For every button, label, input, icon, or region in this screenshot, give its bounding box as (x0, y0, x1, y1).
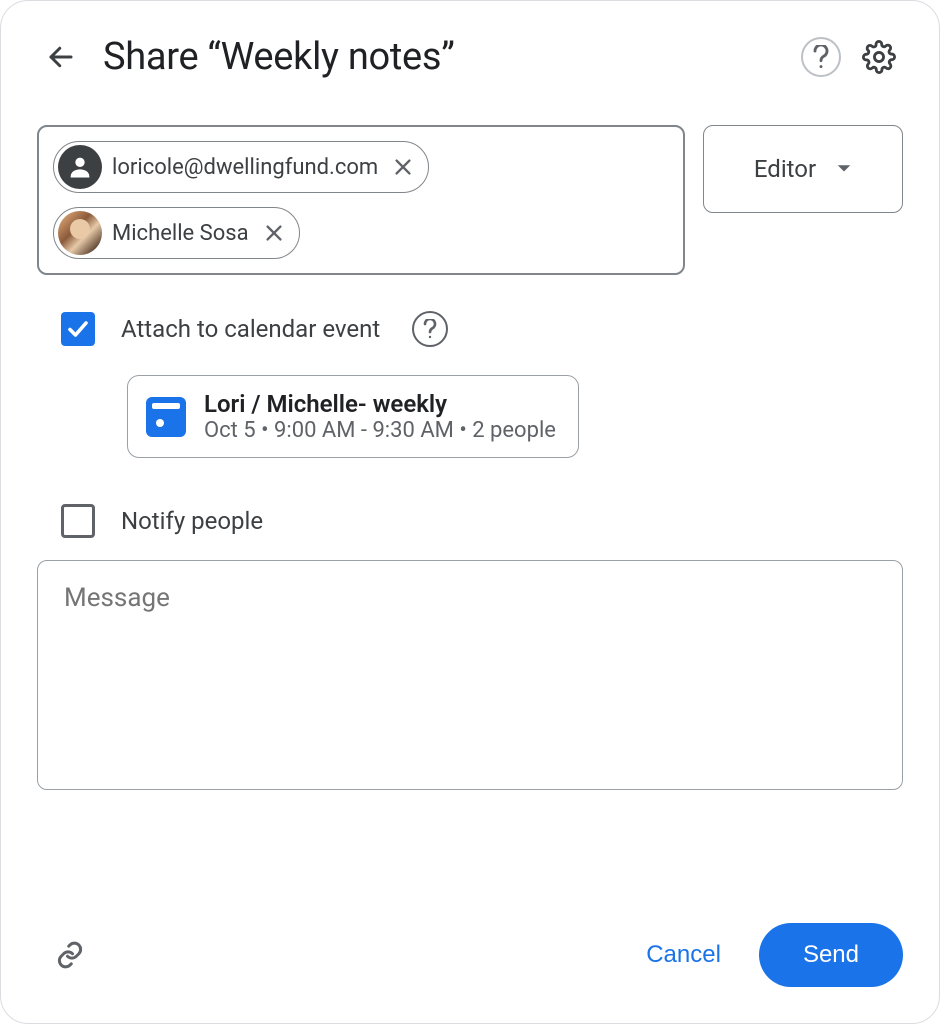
attach-help-button[interactable] (412, 311, 448, 347)
event-title: Lori / Michelle- weekly (204, 390, 556, 418)
checkmark-icon (66, 317, 90, 341)
dialog-footer: Cancel Send (37, 895, 903, 987)
person-chip: Michelle Sosa (53, 207, 300, 259)
person-chip: loricole@dwellingfund.com (53, 141, 429, 193)
people-input[interactable]: loricole@dwellingfund.com Michelle Sosa (37, 125, 685, 275)
chip-remove-button[interactable] (392, 156, 414, 178)
attach-checkbox[interactable] (61, 312, 95, 346)
back-button[interactable] (37, 33, 85, 81)
dialog-title: Share “Weekly notes” (103, 35, 783, 79)
notify-label: Notify people (121, 507, 263, 535)
help-icon (423, 319, 437, 339)
caret-down-icon (836, 164, 852, 174)
message-input[interactable] (37, 560, 903, 790)
calendar-event-card[interactable]: Lori / Michelle- weekly Oct 5 • 9:00 AM … (127, 375, 579, 458)
settings-button[interactable] (855, 33, 903, 81)
arrow-left-icon (46, 42, 76, 72)
role-label: Editor (754, 155, 816, 183)
avatar-generic-icon (58, 145, 102, 189)
calendar-icon (146, 397, 186, 437)
header-actions (801, 33, 903, 81)
send-button[interactable]: Send (759, 923, 903, 987)
link-icon (55, 937, 85, 973)
gear-icon (862, 40, 896, 74)
chip-label: Michelle Sosa (112, 221, 249, 246)
attach-label: Attach to calendar event (121, 315, 380, 343)
attach-row: Attach to calendar event (61, 311, 903, 347)
chip-remove-button[interactable] (263, 222, 285, 244)
help-icon (812, 45, 830, 69)
close-icon (392, 156, 414, 178)
close-icon (263, 222, 285, 244)
dialog-header: Share “Weekly notes” (37, 33, 903, 81)
share-recipients-row: loricole@dwellingfund.com Michelle Sosa … (37, 125, 903, 275)
share-dialog: Share “Weekly notes” loricole@dwellingfu… (0, 0, 940, 1024)
chip-label: loricole@dwellingfund.com (112, 155, 378, 180)
notify-checkbox[interactable] (61, 504, 95, 538)
event-text: Lori / Michelle- weekly Oct 5 • 9:00 AM … (204, 390, 556, 443)
copy-link-button[interactable] (37, 931, 85, 979)
avatar-photo-icon (58, 211, 102, 255)
notify-row: Notify people (61, 504, 903, 538)
footer-actions: Cancel Send (620, 923, 903, 987)
role-dropdown[interactable]: Editor (703, 125, 903, 213)
event-subtitle: Oct 5 • 9:00 AM - 9:30 AM • 2 people (204, 418, 556, 443)
cancel-button[interactable]: Cancel (620, 927, 747, 983)
help-button[interactable] (801, 37, 841, 77)
